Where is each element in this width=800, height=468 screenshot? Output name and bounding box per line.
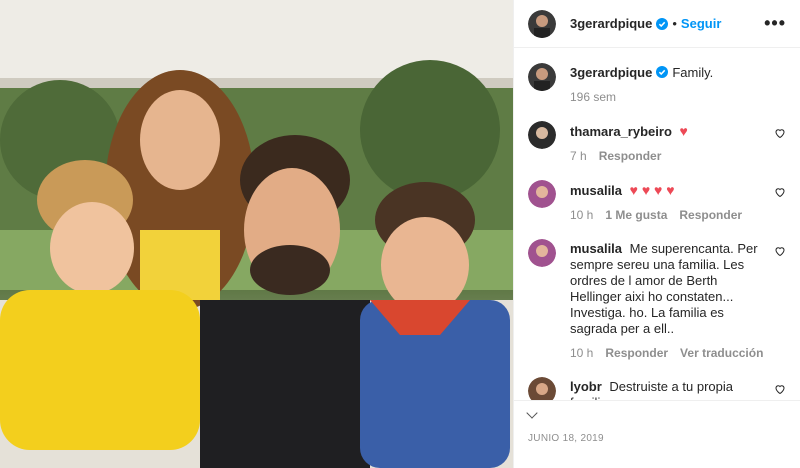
verified-badge-icon	[656, 66, 669, 78]
comment-username[interactable]: lyobr	[570, 379, 602, 394]
like-heart-icon[interactable]	[774, 186, 786, 198]
comment-time[interactable]: 7 h	[570, 148, 587, 164]
post-photo[interactable]	[0, 0, 513, 468]
comment-username[interactable]: musalila	[570, 241, 622, 256]
comment-row: lyobr Destruiste a tu propia familia.	[528, 377, 786, 400]
verified-badge-icon	[656, 17, 669, 30]
comments-list[interactable]: 3gerardpique Family. 196 sem thamara_rybe…	[514, 49, 800, 400]
comment-username[interactable]: musalila	[570, 183, 622, 198]
reply-button[interactable]: Responder	[679, 207, 742, 223]
author-username[interactable]: 3gerardpique	[570, 16, 652, 31]
comment-row: musalila ♥ ♥ ♥ ♥ 10 h 1 Me gusta Respond…	[528, 180, 786, 223]
post-date: JUNIO 18, 2019	[528, 433, 604, 444]
likes-count[interactable]: 1 Me gusta	[605, 207, 667, 223]
caption-username[interactable]: 3gerardpique	[570, 65, 652, 80]
like-heart-icon[interactable]	[774, 245, 786, 257]
family-photo-illustration	[0, 0, 513, 468]
reply-button[interactable]: Responder	[605, 345, 668, 361]
reply-button[interactable]: Responder	[599, 148, 662, 164]
post-header: 3gerardpique • Seguir •••	[514, 0, 800, 48]
comment-row: thamara_rybeiro ♥ 7 h Responder	[528, 121, 786, 164]
post-side-panel: 3gerardpique • Seguir ••• 3gerardpique Fa…	[513, 0, 800, 468]
follow-button[interactable]: Seguir	[681, 16, 721, 31]
translate-button[interactable]: Ver traducción	[680, 345, 763, 361]
comment-avatar[interactable]	[528, 239, 556, 267]
scroll-chevron-icon[interactable]	[526, 407, 538, 419]
separator-dot: •	[672, 16, 677, 31]
author-avatar[interactable]	[528, 9, 556, 38]
like-heart-icon[interactable]	[774, 383, 786, 395]
comment-avatar[interactable]	[528, 121, 556, 149]
comment-row: musalila Me superencanta. Per sempre ser…	[528, 239, 786, 361]
more-options-icon[interactable]: •••	[764, 13, 786, 34]
comment-time[interactable]: 10 h	[570, 207, 593, 223]
like-heart-icon[interactable]	[774, 127, 786, 139]
comment-avatar[interactable]	[528, 377, 556, 400]
comment-time[interactable]: 10 h	[570, 345, 593, 361]
comment-text: ♥ ♥ ♥ ♥	[629, 182, 675, 198]
comment-avatar[interactable]	[528, 180, 556, 208]
caption-time[interactable]: 196 sem	[570, 89, 616, 105]
post-footer: JUNIO 18, 2019	[514, 400, 800, 468]
caption-row: 3gerardpique Family. 196 sem	[528, 63, 786, 105]
caption-avatar[interactable]	[528, 63, 556, 91]
comment-text: ♥	[679, 123, 688, 139]
comment-username[interactable]: thamara_rybeiro	[570, 124, 672, 139]
caption-text: Family.	[672, 65, 714, 80]
